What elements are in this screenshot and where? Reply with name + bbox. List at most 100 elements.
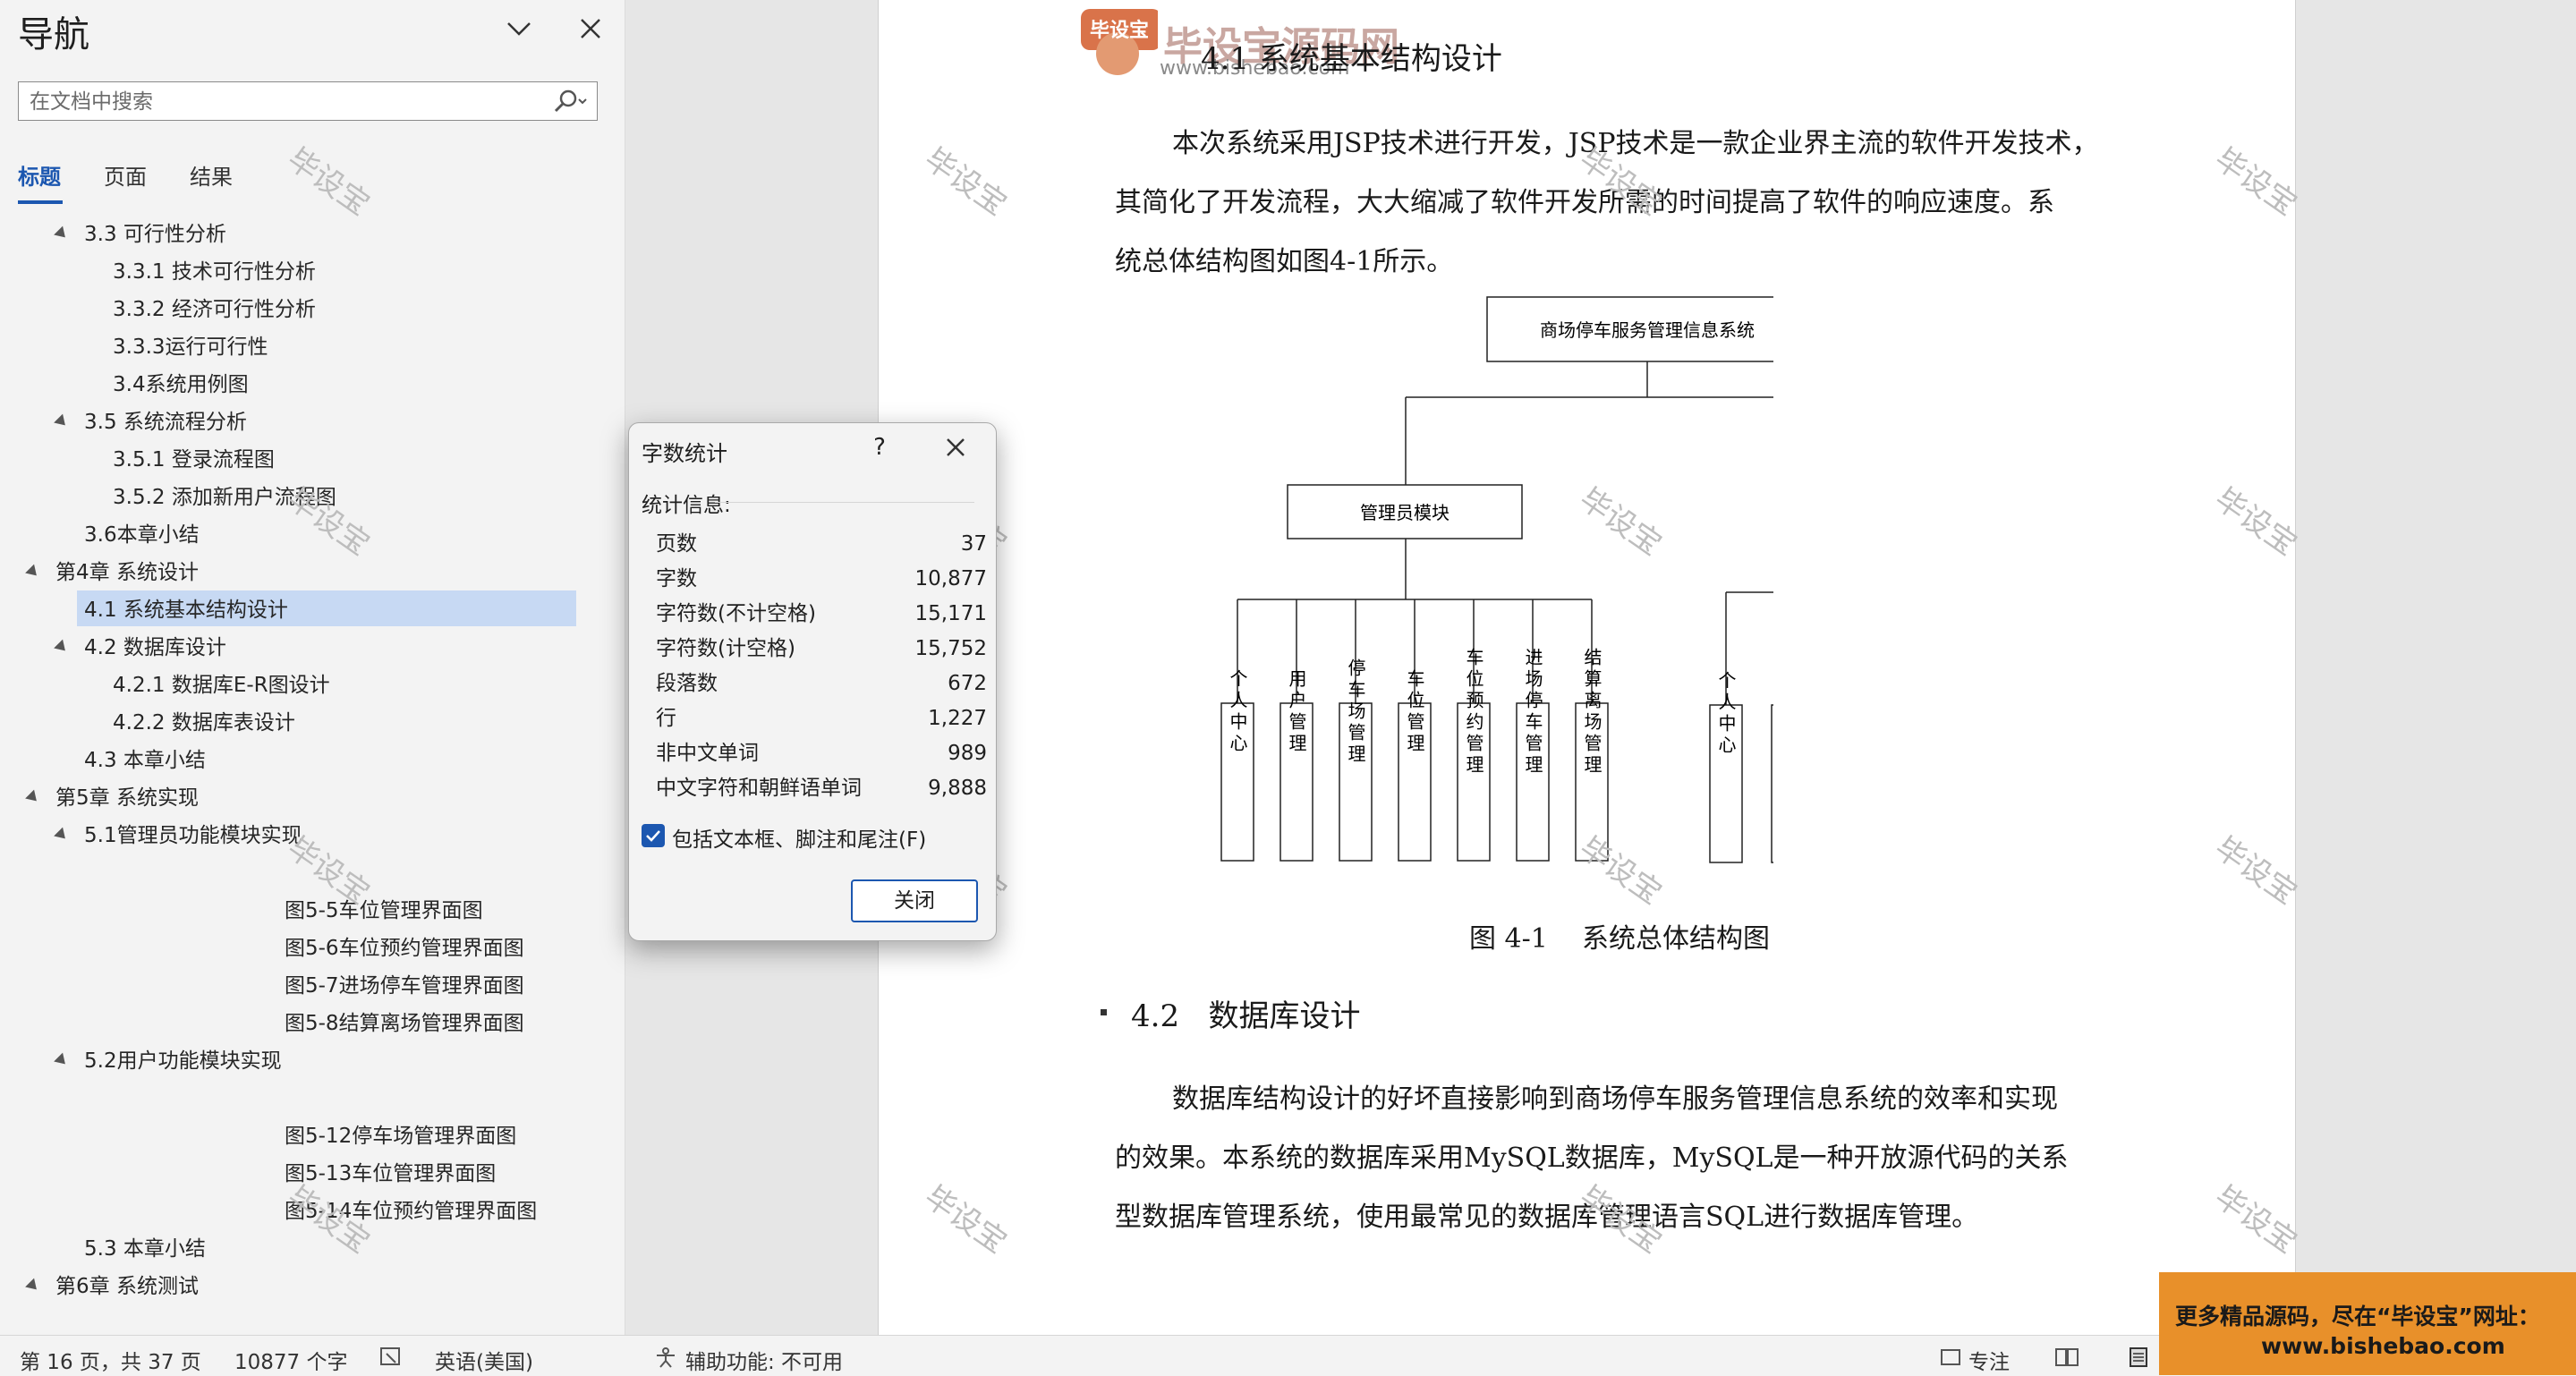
diagram-leaf-label: 车位预约管理: [1463, 648, 1484, 777]
close-icon[interactable]: [937, 432, 973, 464]
read-mode-icon[interactable]: [2054, 1346, 2079, 1368]
nav-item-label: 第4章 系统设计: [55, 561, 199, 584]
tab-headings[interactable]: 标题: [18, 159, 61, 191]
navigation-pane: 导航 标题 页面 结果 3.3 可行性分析 3.3.1 技术可行性分析 3.3.2 …: [0, 0, 625, 1335]
include-textboxes-checkbox[interactable]: [642, 824, 665, 847]
stat-label: 字数: [656, 567, 697, 590]
expand-arrow-icon[interactable]: [25, 789, 41, 806]
ad-banner[interactable]: 更多精品源码，尽在“毕设宝”网址： www.bishebao.com: [2159, 1272, 2576, 1375]
divider: [715, 502, 974, 503]
nav-item-label: 图5-5车位管理界面图: [285, 899, 483, 922]
dialog-title: 字数统计: [642, 441, 727, 466]
stat-value: 9,888: [928, 777, 987, 800]
stat-row: 段落数 672: [656, 667, 987, 701]
print-layout-icon[interactable]: [2126, 1346, 2151, 1368]
checkbox-label[interactable]: 包括文本框、脚注和尾注(F): [672, 822, 926, 853]
stat-label: 段落数: [656, 672, 718, 695]
language[interactable]: 英语(美国): [435, 1345, 533, 1375]
stat-row: 字符数(不计空格) 15,171: [656, 597, 987, 632]
stat-value: 37: [960, 532, 987, 556]
nav-title: 导航: [18, 14, 89, 55]
stat-row: 行 1,227: [656, 701, 987, 736]
close-icon[interactable]: [573, 11, 608, 47]
nav-item-label: 第5章 系统实现: [55, 786, 199, 810]
stat-label: 字符数(不计空格): [656, 602, 816, 625]
stats-section-label: 统计信息:: [642, 494, 731, 517]
search-box: [18, 81, 598, 122]
search-icon[interactable]: [545, 86, 593, 116]
page-count[interactable]: 第 16 页，共 37 页: [20, 1345, 201, 1375]
logo-badge-text: 毕设宝: [1090, 20, 1150, 42]
stat-label: 中文字符和朝鲜语单词: [656, 777, 862, 800]
word-count[interactable]: 10877 个字: [234, 1345, 347, 1375]
accessibility-icon[interactable]: [653, 1346, 678, 1368]
nav-item-label: 4.3 本章小结: [84, 749, 206, 772]
word-count-dialog: 字数统计 ? 统计信息: 页数 37 字数 10,877 字符数(不计空格) 15,171…: [628, 422, 997, 941]
stat-value: 15,752: [914, 637, 987, 660]
nav-item-label: 3.5 系统流程分析: [84, 411, 247, 434]
diagram-root-label: 商场停车服务管理信息系统: [1540, 319, 1755, 341]
tab-underline: [18, 200, 63, 204]
watermark: 毕设宝: [917, 1178, 1014, 1261]
diagram-leaf-label: 进场停车管理: [1522, 648, 1543, 777]
focus-icon[interactable]: [1938, 1346, 1963, 1368]
stat-row: 页数 37: [656, 527, 987, 562]
figure-caption: 图 4-1 系统总体结构图: [1469, 923, 1770, 955]
stat-value: 10,877: [914, 567, 987, 590]
bullet-icon: [1101, 1009, 1107, 1015]
stat-row: 非中文单词 989: [656, 736, 987, 771]
expand-arrow-icon[interactable]: [54, 225, 70, 242]
stat-row: 中文字符和朝鲜语单词 9,888: [656, 771, 987, 806]
heading-4-1: 4.1 系统基本结构设计: [1201, 41, 1502, 77]
nav-item-label: 第6章 系统测试: [55, 1275, 199, 1298]
focus-button[interactable]: 专注: [1968, 1345, 2010, 1375]
expand-arrow-icon[interactable]: [25, 1278, 41, 1295]
stat-value: 1,227: [928, 707, 987, 730]
tab-pages[interactable]: 页面: [104, 159, 147, 191]
stat-label: 页数: [656, 532, 697, 556]
nav-item-label: 3.3.3运行可行性: [113, 336, 268, 359]
nav-item-label: 5.2用户功能模块实现: [84, 1049, 282, 1073]
ad-url: www.bishebao.com: [2261, 1333, 2505, 1359]
stat-value: 672: [948, 672, 987, 695]
nav-item-label: 4.1 系统基本结构设计: [84, 599, 288, 622]
nav-item-label: 3.3.1 技术可行性分析: [113, 260, 316, 284]
nav-item-label: 3.6本章小结: [84, 523, 200, 547]
nav-item-label: 图5-6车位预约管理界面图: [285, 937, 524, 960]
stat-row: 字符数(计空格) 15,752: [656, 632, 987, 667]
paragraph-line: 数据库结构设计的好坏直接影响到商场停车服务管理信息系统的效率和实现: [1172, 1083, 2058, 1115]
stat-row: 字数 10,877: [656, 562, 987, 597]
proofing-icon[interactable]: [379, 1346, 404, 1368]
help-icon[interactable]: ?: [863, 434, 896, 461]
stat-label: 非中文单词: [656, 742, 759, 765]
nav-item-label: 图5-8结算离场管理界面图: [285, 1012, 524, 1035]
nav-item-label: 3.4系统用例图: [113, 373, 249, 396]
diagram-leaf-label: 车位管理: [1404, 669, 1425, 755]
search-input[interactable]: [28, 82, 550, 122]
stat-value: 15,171: [914, 602, 987, 625]
nav-item-label: 4.2.1 数据库E-R图设计: [113, 674, 330, 697]
expand-arrow-icon[interactable]: [54, 413, 70, 430]
paragraph-line: 其简化了开发流程，大大缩减了软件开发所需的时间提高了软件的响应速度。系: [1115, 187, 2054, 218]
expand-arrow-icon[interactable]: [54, 827, 70, 844]
nav-item-label: 图5-7进场停车管理界面图: [285, 974, 524, 998]
close-button[interactable]: 关闭: [851, 879, 978, 922]
expand-arrow-icon[interactable]: [54, 1052, 70, 1069]
nav-item-label: 3.5.1 登录流程图: [113, 448, 275, 471]
system-structure-diagram: 商场停车服务管理信息系统管理员模块用户模块个人中心用户管理停车场管理车位管理车位…: [1220, 296, 1773, 863]
accessibility-status[interactable]: 辅助功能: 不可用: [685, 1345, 843, 1375]
paragraph-line: 型数据库管理系统，使用最常见的数据库管理语言SQL进行数据库管理。: [1115, 1202, 1979, 1233]
stat-label: 字符数(计空格): [656, 637, 795, 660]
nav-item-label: 4.2 数据库设计: [84, 636, 226, 659]
document-page[interactable]: 毕设宝 毕设宝源码网 www.bishebao.com 4.1 系统基本结构设计…: [878, 0, 2296, 1335]
paragraph-line: 统总体结构图如图4-1所示。: [1115, 246, 1454, 277]
diagram-leaf-label: 个人中心: [1715, 671, 1737, 757]
chevron-down-icon[interactable]: [501, 11, 537, 47]
expand-arrow-icon[interactable]: [25, 564, 41, 581]
stat-label: 行: [656, 707, 676, 730]
tab-results[interactable]: 结果: [190, 159, 233, 191]
diagram-leaf-box: [1771, 704, 1773, 863]
expand-arrow-icon[interactable]: [54, 639, 70, 656]
diagram-leaf-label: 用户管理: [1286, 669, 1307, 755]
diagram-leaf-label: 结算离场管理: [1581, 648, 1603, 777]
